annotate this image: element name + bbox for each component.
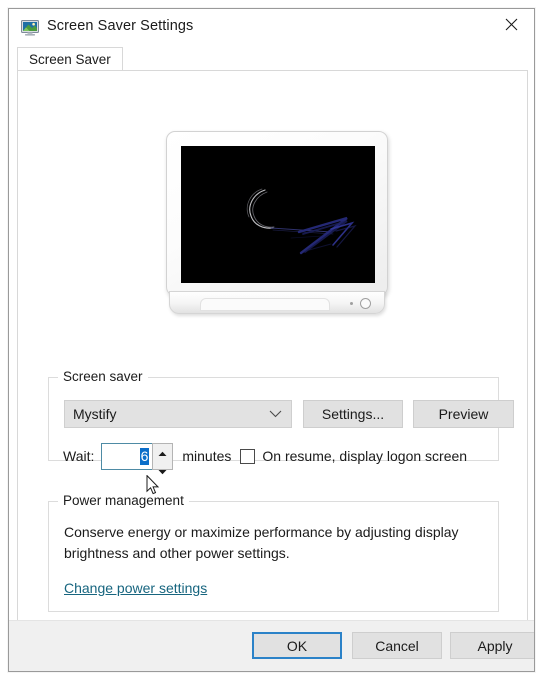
wait-row: Wait: 6 minutes On resume, display logon… (63, 442, 468, 474)
power-management-group-title: Power management (58, 493, 189, 508)
dialog-footer: OK Cancel Apply (9, 620, 534, 671)
tab-screen-saver-label: Screen Saver (29, 51, 111, 67)
wait-minutes-stepper[interactable]: 6 (101, 442, 174, 474)
cancel-button-label: Cancel (375, 637, 419, 654)
screen-saver-group-title: Screen saver (58, 369, 148, 384)
monitor-screen (181, 146, 375, 283)
apply-button-label: Apply (477, 637, 513, 654)
monitor-base (169, 291, 385, 314)
screen-saver-tab-panel: Screen saver Mystify Settings... Preview… (17, 70, 528, 622)
wait-stepper-up-button[interactable] (153, 444, 172, 462)
apply-button[interactable]: Apply (450, 632, 534, 659)
ok-button[interactable]: OK (252, 632, 342, 659)
preview-button[interactable]: Preview (413, 400, 514, 428)
title-bar: Screen Saver Settings (9, 9, 534, 47)
close-button[interactable] (488, 9, 534, 45)
monitor-led-icon (350, 302, 353, 305)
monitor-tray (200, 298, 330, 311)
wait-label: Wait: (63, 448, 95, 464)
settings-button-label: Settings... (321, 406, 385, 422)
screen-saver-select[interactable]: Mystify (64, 400, 292, 428)
on-resume-logon-checkbox[interactable] (240, 448, 256, 464)
cancel-button[interactable]: Cancel (352, 632, 442, 659)
chevron-down-icon (158, 462, 167, 480)
window-title: Screen Saver Settings (47, 18, 194, 34)
power-management-group: Power management Conserve energy or maxi… (48, 493, 499, 612)
chevron-down-icon (269, 405, 282, 423)
wait-stepper-down-button[interactable] (153, 462, 172, 480)
on-resume-logon-label: On resume, display logon screen (262, 448, 468, 464)
tab-strip: Screen Saver (9, 47, 534, 70)
tab-screen-saver[interactable]: Screen Saver (17, 47, 123, 70)
chevron-up-icon (158, 444, 167, 462)
mystify-pattern (181, 146, 375, 283)
wait-stepper-buttons (152, 442, 174, 474)
minutes-label: minutes (182, 448, 232, 464)
screen-saver-group: Screen saver Mystify Settings... Preview… (48, 369, 514, 474)
wait-minutes-input[interactable]: 6 (101, 442, 153, 470)
change-power-settings-link[interactable]: Change power settings (64, 580, 207, 596)
screen-saver-select-value: Mystify (73, 406, 117, 422)
display-monitor-icon (21, 20, 39, 36)
settings-button[interactable]: Settings... (303, 400, 403, 428)
monitor-bezel (166, 131, 388, 296)
screen-saver-preview-monitor (166, 131, 388, 323)
preview-button-label: Preview (438, 406, 489, 422)
wait-minutes-value: 6 (139, 447, 150, 465)
monitor-power-button-icon (360, 298, 371, 309)
power-management-description: Conserve energy or maximize performance … (64, 524, 459, 561)
close-icon (505, 18, 518, 36)
ok-button-label: OK (286, 637, 308, 654)
screen-saver-settings-window: Screen Saver Settings Screen Saver Scree… (8, 8, 535, 672)
